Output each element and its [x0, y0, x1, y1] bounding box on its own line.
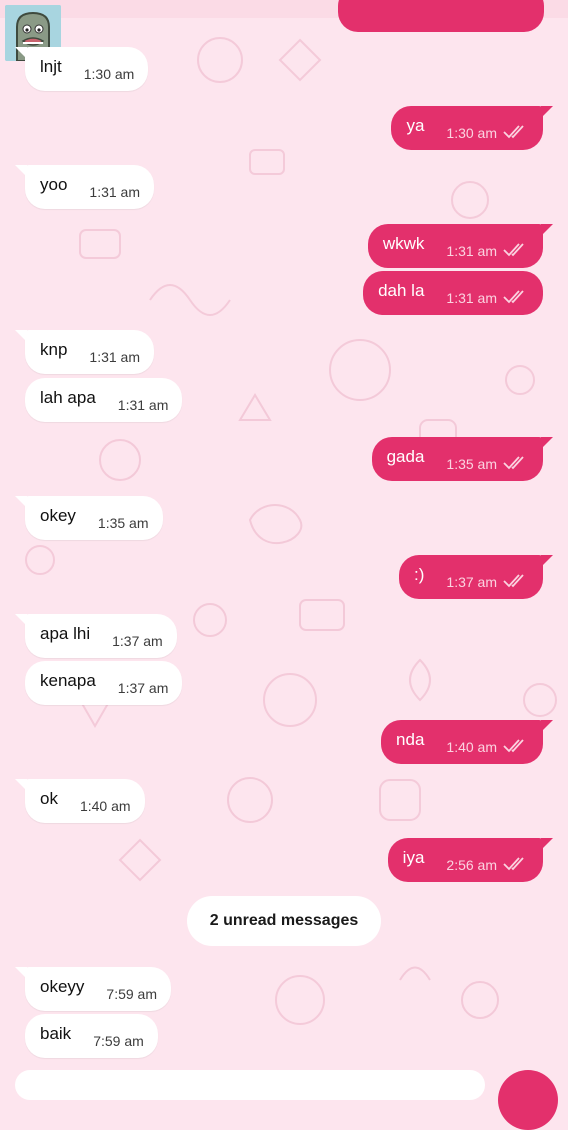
bubble-tail — [541, 555, 553, 567]
message-text: okeyy — [40, 977, 85, 996]
message-text: iya — [402, 848, 425, 867]
message-outgoing[interactable]: ya 1:30 am — [391, 106, 553, 150]
send-button[interactable] — [498, 1070, 558, 1130]
double-check-icon — [503, 290, 524, 304]
double-check-icon — [503, 243, 524, 257]
message-incoming[interactable]: knp 1:31 am — [15, 330, 155, 374]
message-time: 1:31 am — [117, 397, 169, 413]
message-incoming[interactable]: okeyy 7:59 am — [15, 967, 172, 1011]
bubble-tail — [541, 720, 553, 732]
message-text: gada — [386, 447, 425, 466]
message-incoming[interactable]: apa lhi 1:37 am — [15, 614, 177, 658]
message-time: 1:37 am — [112, 633, 163, 649]
double-check-icon — [503, 857, 524, 871]
message-incoming[interactable]: lnjt 1:30 am — [15, 47, 149, 91]
message-text: ok — [40, 789, 58, 808]
message-text: kenapa — [40, 671, 96, 690]
message-time: 1:30 am — [83, 66, 135, 82]
message-time: 1:40 am — [446, 739, 497, 755]
message-time: 1:31 am — [446, 290, 497, 306]
message-text: wkwk — [382, 234, 425, 253]
message-text: :) — [414, 565, 425, 584]
message-incoming[interactable]: kenapa 1:37 am — [25, 661, 183, 705]
message-outgoing[interactable]: gada 1:35 am — [371, 437, 553, 481]
message-time: 7:59 am — [93, 1033, 144, 1049]
bubble-tail — [15, 496, 27, 508]
message-outgoing[interactable]: :) 1:37 am — [399, 555, 553, 599]
message-outgoing[interactable]: dah la 1:31 am — [363, 271, 543, 315]
message-text: yoo — [40, 175, 68, 194]
unread-messages-divider: 2 unread messages — [187, 896, 381, 946]
message-time: 1:35 am — [97, 515, 149, 531]
message-incoming[interactable]: yoo 1:31 am — [15, 165, 155, 209]
message-incoming[interactable]: ok 1:40 am — [15, 779, 145, 823]
message-text: baik — [40, 1024, 72, 1043]
bubble-tail — [541, 106, 553, 118]
message-incoming[interactable]: okey 1:35 am — [15, 496, 163, 540]
bubble-tail — [15, 330, 27, 342]
message-outgoing[interactable]: nda 1:40 am — [381, 720, 553, 764]
double-check-icon — [503, 456, 524, 470]
bubble-tail — [541, 838, 553, 850]
bubble-tail — [15, 47, 27, 59]
message-text: okey — [40, 506, 76, 525]
message-incoming[interactable]: lah apa 1:31 am — [25, 378, 183, 422]
message-time: 1:31 am — [89, 349, 141, 365]
bubble-tail — [15, 165, 27, 177]
message-incoming[interactable]: baik 7:59 am — [25, 1014, 158, 1058]
message-text: apa lhi — [40, 624, 91, 643]
message-time: 7:59 am — [106, 986, 158, 1002]
message-text: lnjt — [40, 57, 62, 76]
message-time: 1:31 am — [446, 243, 497, 259]
message-time: 1:31 am — [89, 184, 141, 200]
message-text: knp — [40, 340, 68, 359]
bubble-tail — [15, 614, 27, 626]
message-outgoing[interactable]: iya 2:56 am — [387, 838, 553, 882]
bubble-tail — [15, 779, 27, 791]
message-outgoing[interactable]: wkwk 1:31 am — [367, 224, 553, 268]
message-time: 2:56 am — [446, 857, 497, 873]
double-check-icon — [503, 125, 524, 139]
message-time: 1:30 am — [446, 125, 497, 141]
message-text: dah la — [378, 281, 425, 300]
double-check-icon — [503, 574, 524, 588]
bubble-tail — [15, 967, 27, 979]
bubble-tail — [541, 224, 553, 236]
message-time: 1:40 am — [79, 798, 131, 814]
message-text: nda — [396, 730, 425, 749]
message-text: lah apa — [40, 388, 96, 407]
message-time: 1:37 am — [446, 574, 497, 590]
message-input[interactable] — [15, 1070, 485, 1100]
double-check-icon — [503, 739, 524, 753]
message-time: 1:35 am — [446, 456, 497, 472]
bubble-tail — [541, 437, 553, 449]
message-time: 1:37 am — [117, 680, 169, 696]
cut-off-outgoing-bubble — [338, 0, 544, 32]
message-text: ya — [406, 116, 425, 135]
